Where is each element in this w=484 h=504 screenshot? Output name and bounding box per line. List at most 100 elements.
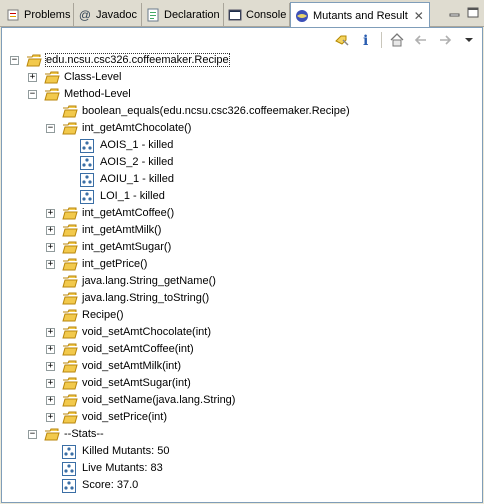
mutant-icon [80, 156, 94, 170]
tree-item-label: Class-Level [64, 71, 122, 83]
tree-item-label: int_getPrice() [82, 258, 148, 270]
declaration-icon [146, 8, 160, 22]
forward-arrow-icon[interactable] [436, 31, 454, 49]
toolbar-separator [381, 32, 382, 48]
tree-item-method[interactable]: java.lang.String_toString() [2, 290, 482, 307]
tree-item-root[interactable]: − edu.ncsu.csc326.coffeemaker.Recipe [2, 52, 482, 69]
expand-icon[interactable]: + [46, 345, 55, 354]
view-tab-bar: Problems @ Javadoc Declaration Console M… [0, 0, 484, 28]
tree-item-method[interactable]: + void_setAmtSugar(int) [2, 375, 482, 392]
expand-icon[interactable]: + [46, 328, 55, 337]
at-icon: @ [78, 8, 92, 22]
tab-problems[interactable]: Problems [2, 3, 74, 27]
tree-item-label: java.lang.String_getName() [82, 275, 216, 287]
folder-icon [62, 292, 78, 305]
collapse-icon[interactable]: − [46, 124, 55, 133]
tree-item-method[interactable]: + int_getPrice() [2, 256, 482, 273]
tab-mutants-and-result[interactable]: Mutants and Result ✕ [290, 2, 430, 28]
view-toolbar: i [333, 30, 478, 50]
svg-text:i: i [363, 33, 368, 49]
tree-item-method[interactable]: + void_setAmtChocolate(int) [2, 324, 482, 341]
tab-label: Mutants and Result [313, 9, 408, 22]
tree-item-class-level[interactable]: + Class-Level [2, 69, 482, 86]
info-icon[interactable]: i [357, 31, 375, 49]
expand-icon[interactable]: + [46, 413, 55, 422]
expand-icon[interactable]: + [46, 260, 55, 269]
expand-icon[interactable]: + [46, 396, 55, 405]
tab-label: Problems [24, 9, 71, 21]
folder-icon [62, 105, 78, 118]
tree-item-label: int_getAmtChocolate() [82, 122, 192, 134]
tab-declaration[interactable]: Declaration [142, 3, 224, 27]
mutants-view-panel: i − edu.ncsu.csc326.coffeemaker.Recipe + Cl… [1, 27, 483, 503]
folder-icon [62, 326, 78, 339]
mutant-icon [62, 479, 76, 493]
folder-icon [62, 122, 78, 135]
tree-item-label: int_getAmtSugar() [82, 241, 172, 253]
tree-item-label: AOIS_2 - killed [100, 156, 174, 168]
folder-icon [62, 343, 78, 356]
tree-item-method[interactable]: + int_getAmtSugar() [2, 239, 482, 256]
tree-item-method[interactable]: Recipe() [2, 307, 482, 324]
tree-item-mutant[interactable]: AOIS_2 - killed [2, 154, 482, 171]
folder-icon [62, 309, 78, 322]
tree-item-method[interactable]: + void_setAmtCoffee(int) [2, 341, 482, 358]
expand-icon[interactable]: + [46, 209, 55, 218]
tree-item-label: AOIU_1 - killed [100, 173, 174, 185]
tab-console[interactable]: Console [224, 3, 290, 27]
collapse-icon[interactable]: − [10, 56, 19, 65]
tree-item-stats[interactable]: − --Stats-- [2, 426, 482, 443]
tree-item-label: void_setAmtMilk(int) [82, 360, 182, 372]
expand-icon[interactable]: + [46, 362, 55, 371]
home-icon[interactable] [388, 31, 406, 49]
tree-item-label: AOIS_1 - killed [100, 139, 174, 151]
tree-item-method[interactable]: + void_setName(java.lang.String) [2, 392, 482, 409]
tree-item-label: int_getAmtMilk() [82, 224, 162, 236]
pin-icon[interactable] [333, 31, 351, 49]
mutant-icon [62, 462, 76, 476]
tree-item-stat[interactable]: Killed Mutants: 50 [2, 443, 482, 460]
tree-item-mutant[interactable]: AOIU_1 - killed [2, 171, 482, 188]
tree-item-stat[interactable]: Score: 37.0 [2, 477, 482, 494]
expand-icon[interactable]: + [28, 73, 37, 82]
tree-item-label: int_getAmtCoffee() [82, 207, 175, 219]
mutants-icon [295, 9, 309, 23]
tree-item-mutant[interactable]: AOIS_1 - killed [2, 137, 482, 154]
collapse-icon[interactable]: − [28, 90, 37, 99]
tree-item-label: void_setName(java.lang.String) [82, 394, 236, 406]
tree-item-method[interactable]: + void_setAmtMilk(int) [2, 358, 482, 375]
folder-icon [44, 428, 60, 441]
tree-item-label: LOI_1 - killed [100, 190, 165, 202]
view-menu-chevron-down-icon[interactable] [460, 31, 478, 49]
tree-item-method[interactable]: + int_getAmtCoffee() [2, 205, 482, 222]
tree-item-method[interactable]: java.lang.String_getName() [2, 273, 482, 290]
tab-javadoc[interactable]: @ Javadoc [74, 3, 142, 27]
folder-icon [62, 394, 78, 407]
tab-label: Javadoc [96, 9, 137, 21]
tree-item-method[interactable]: + void_setPrice(int) [2, 409, 482, 426]
tree-item-method[interactable]: − int_getAmtChocolate() [2, 120, 482, 137]
expand-icon[interactable]: + [46, 379, 55, 388]
folder-icon [62, 411, 78, 424]
mutant-icon [62, 445, 76, 459]
tab-label: Console [246, 9, 287, 21]
folder-icon [44, 88, 60, 101]
tree-item-method-level[interactable]: − Method-Level [2, 86, 482, 103]
tree-item-label: void_setPrice(int) [82, 411, 167, 423]
expand-icon[interactable]: + [46, 226, 55, 235]
console-icon [228, 8, 242, 22]
tree-item-label: Recipe() [82, 309, 124, 321]
maximize-icon[interactable] [466, 6, 480, 19]
folder-icon [62, 360, 78, 373]
back-arrow-icon[interactable] [412, 31, 430, 49]
tree-item-label: boolean_equals(edu.ncsu.csc326.coffeemak… [82, 105, 350, 117]
tree-item-mutant[interactable]: LOI_1 - killed [2, 188, 482, 205]
tree-item-method[interactable]: boolean_equals(edu.ncsu.csc326.coffeemak… [2, 103, 482, 120]
tab-label: Declaration [164, 9, 220, 21]
tree-item-method[interactable]: + int_getAmtMilk() [2, 222, 482, 239]
collapse-icon[interactable]: − [28, 430, 37, 439]
minimize-icon[interactable] [448, 6, 462, 19]
tree-item-stat[interactable]: Live Mutants: 83 [2, 460, 482, 477]
close-icon[interactable]: ✕ [414, 9, 424, 23]
expand-icon[interactable]: + [46, 243, 55, 252]
